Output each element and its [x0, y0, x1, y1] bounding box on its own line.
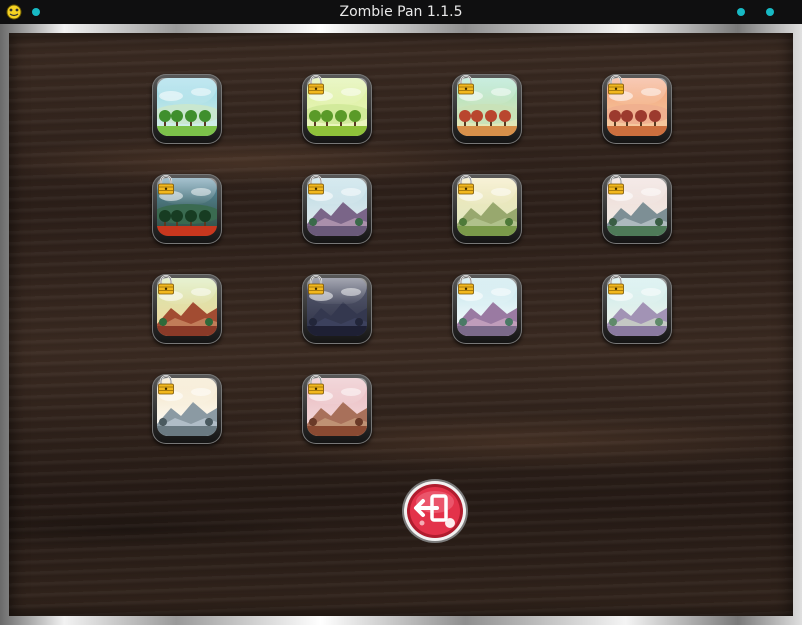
level-button-5[interactable]	[152, 174, 222, 244]
level-button-3[interactable]	[452, 74, 522, 144]
level-button-8[interactable]	[602, 174, 672, 244]
padlock-icon	[457, 174, 475, 195]
level-button-2[interactable]	[302, 74, 372, 144]
padlock-icon	[457, 74, 475, 95]
padlock-icon	[307, 374, 325, 395]
close-dot[interactable]	[766, 8, 774, 16]
level-button-1[interactable]	[152, 74, 222, 144]
level-button-12[interactable]	[602, 274, 672, 344]
padlock-icon	[157, 174, 175, 195]
padlock-icon	[307, 74, 325, 95]
padlock-icon	[157, 374, 175, 395]
exit-door-arrow-icon	[402, 479, 468, 543]
padlock-icon	[457, 274, 475, 295]
level-button-14[interactable]	[302, 374, 372, 444]
padlock-icon	[607, 174, 625, 195]
padlock-icon	[157, 274, 175, 295]
pygame-snake-icon	[6, 4, 22, 20]
level-button-6[interactable]	[302, 174, 372, 244]
level-thumbnail	[157, 78, 217, 136]
level-button-4[interactable]	[602, 74, 672, 144]
window-title: Zombie Pan 1.1.5	[339, 4, 463, 20]
padlock-icon	[607, 274, 625, 295]
padlock-icon	[307, 174, 325, 195]
padlock-icon	[607, 74, 625, 95]
title-bar: Zombie Pan 1.1.5	[0, 0, 802, 24]
window-menu-dot[interactable]	[32, 8, 40, 16]
level-button-13[interactable]	[152, 374, 222, 444]
level-button-9[interactable]	[152, 274, 222, 344]
minimize-dot[interactable]	[737, 8, 745, 16]
level-button-11[interactable]	[452, 274, 522, 344]
level-button-10[interactable]	[302, 274, 372, 344]
level-button-7[interactable]	[452, 174, 522, 244]
exit-button[interactable]	[401, 478, 469, 544]
padlock-icon	[307, 274, 325, 295]
